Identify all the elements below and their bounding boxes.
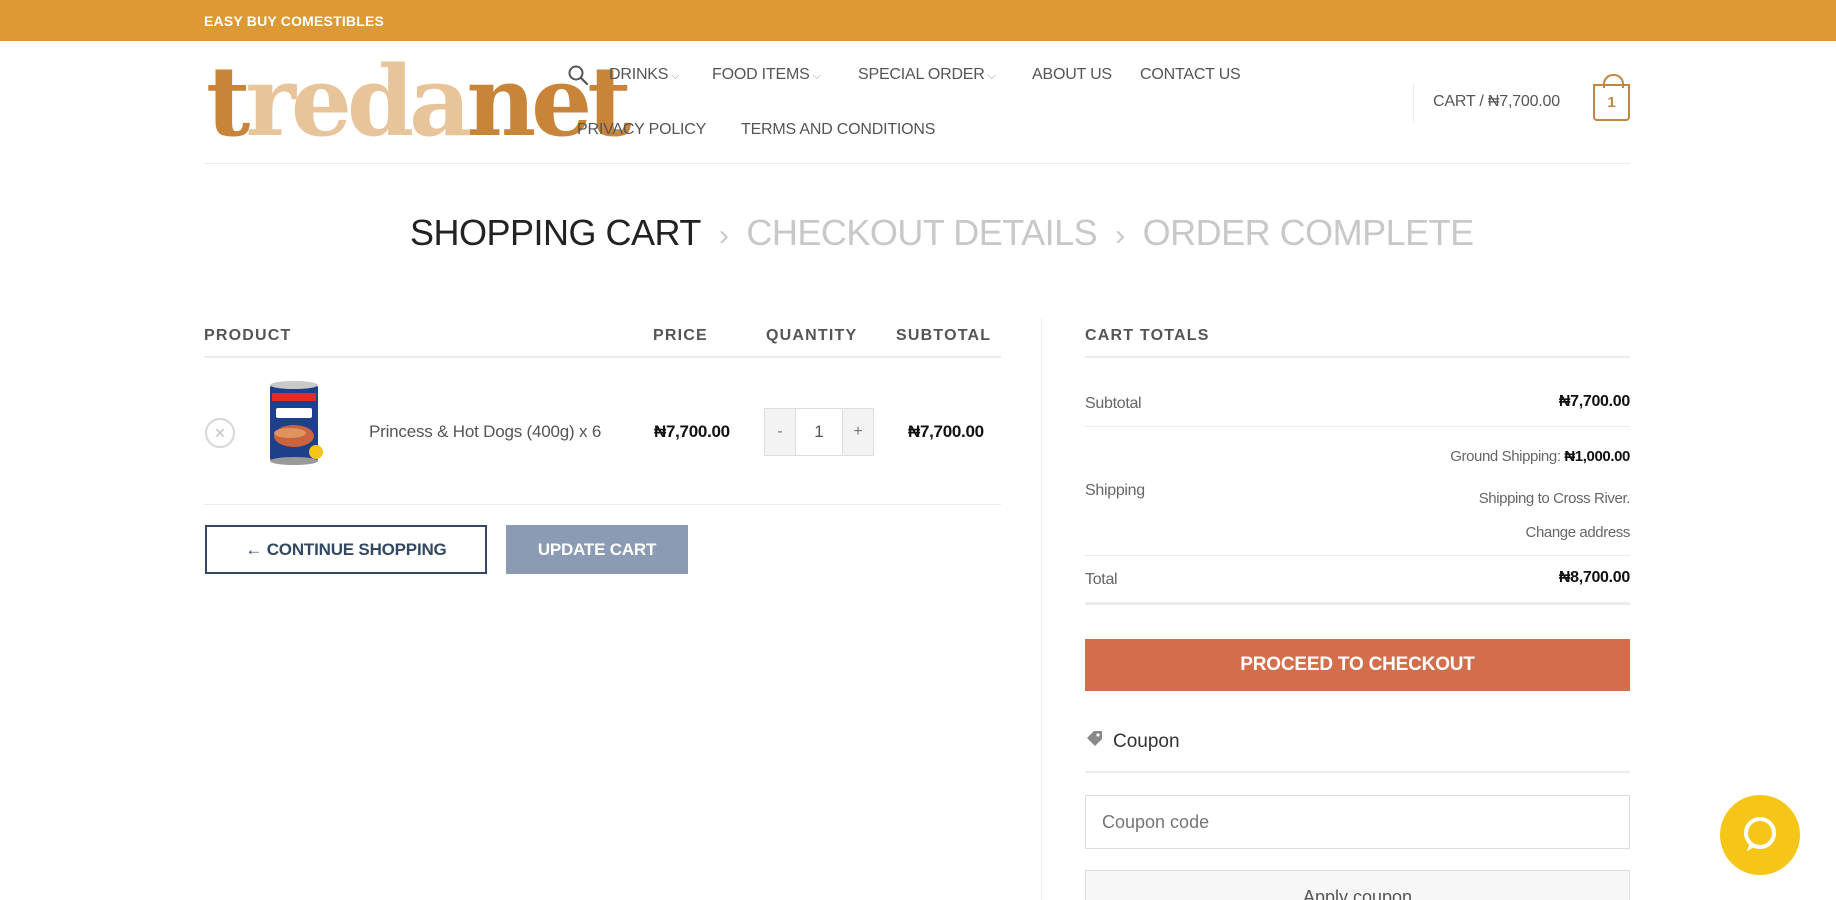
nav-terms-and-conditions[interactable]: TERMS AND CONDITIONS bbox=[741, 121, 935, 139]
proceed-to-checkout-button[interactable]: PROCEED TO CHECKOUT bbox=[1085, 639, 1630, 691]
breadcrumb-separator-icon: › bbox=[1115, 219, 1125, 252]
chevron-down-icon: ⌵ bbox=[812, 70, 821, 82]
logo-part-1: t bbox=[206, 45, 250, 158]
chevron-down-icon: ⌵ bbox=[987, 70, 996, 82]
total-label: Total bbox=[1085, 571, 1118, 588]
shipping-destination: Shipping to Cross River. bbox=[1478, 490, 1631, 507]
subtotal-value: ₦7,700.00 bbox=[1558, 393, 1630, 410]
table-footer-border bbox=[204, 504, 1001, 505]
product-subtotal: ₦7,700.00 bbox=[908, 422, 984, 441]
shipping-method-label: Ground Shipping: bbox=[1450, 448, 1561, 465]
search-icon[interactable] bbox=[567, 64, 589, 86]
breadcrumb-checkout-details[interactable]: CHECKOUT DETAILS bbox=[746, 212, 1097, 253]
apply-coupon-button[interactable]: Apply coupon bbox=[1085, 870, 1630, 900]
change-address-link[interactable]: Change address bbox=[1526, 524, 1631, 541]
tag-icon bbox=[1087, 731, 1102, 746]
header-cart-link[interactable]: CART / ₦7,700.00 bbox=[1433, 93, 1560, 111]
totals-row-border bbox=[1085, 426, 1630, 427]
quantity-decrease-button[interactable]: - bbox=[765, 409, 795, 455]
nav-food-items-label: FOOD ITEMS bbox=[712, 66, 810, 83]
checkout-breadcrumb: SHOPPING CART › CHECKOUT DETAILS › ORDER COM… bbox=[410, 212, 1474, 254]
nav-special-order-label: SPECIAL ORDER bbox=[858, 66, 985, 83]
logo-part-2: reda bbox=[245, 45, 471, 158]
header-bottom-border bbox=[204, 163, 1630, 164]
totals-row-border bbox=[1085, 555, 1630, 556]
nav-privacy-policy[interactable]: PRIVACY POLICY bbox=[577, 121, 706, 139]
shipping-method: Ground Shipping: ₦1,000.00 bbox=[1450, 448, 1630, 465]
column-header-quantity: QUANTITY bbox=[766, 327, 858, 344]
column-header-product: PRODUCT bbox=[204, 327, 292, 344]
cart-count: 1 bbox=[1607, 94, 1616, 111]
quantity-increase-button[interactable]: + bbox=[843, 409, 873, 455]
coupon-code-input[interactable] bbox=[1085, 795, 1630, 849]
breadcrumb-shopping-cart[interactable]: SHOPPING CART bbox=[410, 212, 701, 253]
total-value: ₦8,700.00 bbox=[1558, 569, 1630, 586]
nav-drinks-label: DRINKS bbox=[609, 66, 669, 83]
continue-shopping-button[interactable]: ← CONTINUE SHOPPING bbox=[205, 525, 487, 574]
chevron-down-icon: ⌵ bbox=[671, 70, 680, 82]
chat-widget-button[interactable] bbox=[1720, 795, 1800, 875]
nav-special-order[interactable]: SPECIAL ORDER ⌵ bbox=[858, 66, 996, 84]
nav-food-items[interactable]: FOOD ITEMS ⌵ bbox=[712, 66, 821, 84]
totals-bottom-border bbox=[1085, 602, 1630, 605]
coupon-heading-text: Coupon bbox=[1113, 731, 1180, 752]
nav-contact-us[interactable]: CONTACT US bbox=[1140, 66, 1241, 84]
breadcrumb-separator-icon: › bbox=[718, 219, 729, 252]
product-price: ₦7,700.00 bbox=[654, 422, 730, 441]
quantity-stepper: - 1 + bbox=[764, 408, 874, 456]
subtotal-label: Subtotal bbox=[1085, 395, 1142, 412]
table-header-border bbox=[204, 356, 1001, 358]
column-header-price: PRICE bbox=[653, 327, 708, 344]
coupon-heading: Coupon bbox=[1085, 729, 1180, 753]
chat-icon bbox=[1744, 817, 1776, 851]
shipping-label: Shipping bbox=[1085, 482, 1145, 499]
coupon-heading-border bbox=[1085, 771, 1630, 773]
totals-header-border bbox=[1085, 356, 1630, 358]
top-bar: EASY BUY COMESTIBLES bbox=[0, 0, 1836, 41]
shipping-cost: ₦1,000.00 bbox=[1564, 448, 1630, 465]
quantity-input[interactable]: 1 bbox=[795, 409, 843, 455]
logo-part-3: net bbox=[466, 45, 631, 158]
column-header-subtotal: SUBTOTAL bbox=[896, 327, 992, 344]
update-cart-button[interactable]: UPDATE CART bbox=[506, 525, 688, 574]
site-logo[interactable]: tredanet bbox=[206, 52, 632, 152]
header-divider bbox=[1413, 84, 1414, 122]
product-thumbnail[interactable] bbox=[266, 378, 324, 468]
nav-about-us[interactable]: ABOUT US bbox=[1032, 66, 1112, 84]
remove-item-button[interactable]: × bbox=[205, 418, 235, 448]
product-name-link[interactable]: Princess & Hot Dogs (400g) x 6 bbox=[369, 422, 601, 442]
column-divider bbox=[1041, 318, 1042, 900]
top-bar-text: EASY BUY COMESTIBLES bbox=[204, 13, 385, 29]
breadcrumb-order-complete: ORDER COMPLETE bbox=[1142, 212, 1475, 253]
nav-drinks[interactable]: DRINKS ⌵ bbox=[609, 66, 680, 84]
cart-totals-heading: CART TOTALS bbox=[1085, 327, 1210, 344]
cart-bag-icon[interactable]: 1 bbox=[1593, 74, 1630, 121]
